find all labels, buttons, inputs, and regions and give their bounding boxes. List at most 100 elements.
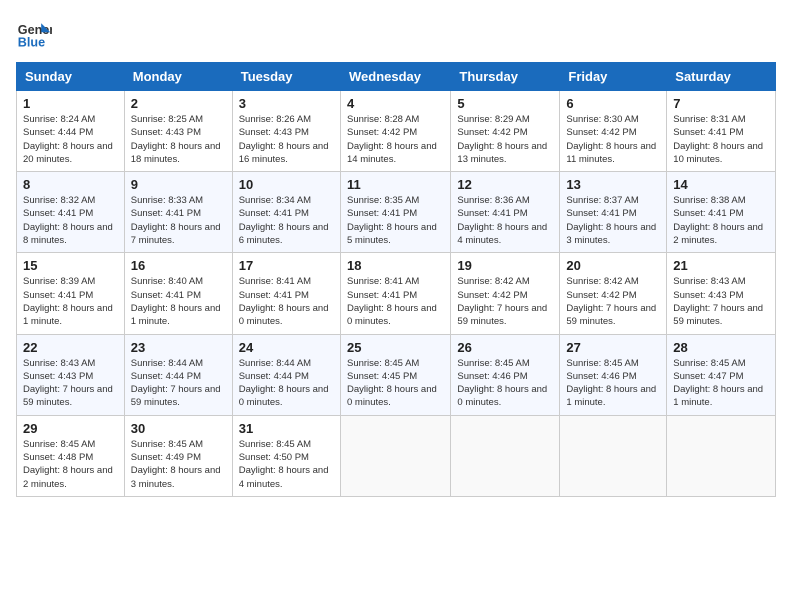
calendar-cell: 7 Sunrise: 8:31 AM Sunset: 4:41 PM Dayli… bbox=[667, 91, 776, 172]
calendar-header-thursday: Thursday bbox=[451, 63, 560, 91]
sunrise-label: Sunrise: 8:28 AM bbox=[347, 114, 419, 125]
day-number: 22 bbox=[23, 340, 118, 355]
sunset-label: Sunset: 4:44 PM bbox=[131, 371, 201, 382]
daylight-label: Daylight: 8 hours and 13 minutes. bbox=[457, 141, 547, 165]
sunset-label: Sunset: 4:44 PM bbox=[239, 371, 309, 382]
day-number: 28 bbox=[673, 340, 769, 355]
sunset-label: Sunset: 4:43 PM bbox=[673, 290, 743, 301]
day-info: Sunrise: 8:45 AM Sunset: 4:46 PM Dayligh… bbox=[457, 357, 553, 410]
sunset-label: Sunset: 4:41 PM bbox=[23, 208, 93, 219]
day-number: 27 bbox=[566, 340, 660, 355]
day-info: Sunrise: 8:45 AM Sunset: 4:48 PM Dayligh… bbox=[23, 438, 118, 491]
calendar-cell: 2 Sunrise: 8:25 AM Sunset: 4:43 PM Dayli… bbox=[124, 91, 232, 172]
calendar-cell bbox=[560, 415, 667, 496]
calendar-cell: 1 Sunrise: 8:24 AM Sunset: 4:44 PM Dayli… bbox=[17, 91, 125, 172]
daylight-label: Daylight: 8 hours and 0 minutes. bbox=[239, 303, 329, 327]
sunset-label: Sunset: 4:49 PM bbox=[131, 452, 201, 463]
sunrise-label: Sunrise: 8:44 AM bbox=[131, 358, 203, 369]
calendar-cell: 18 Sunrise: 8:41 AM Sunset: 4:41 PM Dayl… bbox=[340, 253, 450, 334]
day-info: Sunrise: 8:41 AM Sunset: 4:41 PM Dayligh… bbox=[239, 275, 334, 328]
calendar-cell: 8 Sunrise: 8:32 AM Sunset: 4:41 PM Dayli… bbox=[17, 172, 125, 253]
day-info: Sunrise: 8:36 AM Sunset: 4:41 PM Dayligh… bbox=[457, 194, 553, 247]
daylight-label: Daylight: 8 hours and 4 minutes. bbox=[457, 222, 547, 246]
day-info: Sunrise: 8:37 AM Sunset: 4:41 PM Dayligh… bbox=[566, 194, 660, 247]
sunrise-label: Sunrise: 8:30 AM bbox=[566, 114, 638, 125]
calendar-cell: 3 Sunrise: 8:26 AM Sunset: 4:43 PM Dayli… bbox=[232, 91, 340, 172]
calendar-cell: 12 Sunrise: 8:36 AM Sunset: 4:41 PM Dayl… bbox=[451, 172, 560, 253]
day-number: 18 bbox=[347, 258, 444, 273]
sunset-label: Sunset: 4:46 PM bbox=[566, 371, 636, 382]
calendar-cell bbox=[667, 415, 776, 496]
daylight-label: Daylight: 8 hours and 1 minute. bbox=[131, 303, 221, 327]
daylight-label: Daylight: 8 hours and 1 minute. bbox=[566, 384, 656, 408]
day-info: Sunrise: 8:40 AM Sunset: 4:41 PM Dayligh… bbox=[131, 275, 226, 328]
sunset-label: Sunset: 4:41 PM bbox=[239, 208, 309, 219]
calendar-cell: 29 Sunrise: 8:45 AM Sunset: 4:48 PM Dayl… bbox=[17, 415, 125, 496]
day-info: Sunrise: 8:45 AM Sunset: 4:47 PM Dayligh… bbox=[673, 357, 769, 410]
day-info: Sunrise: 8:35 AM Sunset: 4:41 PM Dayligh… bbox=[347, 194, 444, 247]
page-header: General Blue bbox=[16, 16, 776, 52]
sunset-label: Sunset: 4:44 PM bbox=[23, 127, 93, 138]
day-number: 16 bbox=[131, 258, 226, 273]
calendar-cell: 17 Sunrise: 8:41 AM Sunset: 4:41 PM Dayl… bbox=[232, 253, 340, 334]
daylight-label: Daylight: 7 hours and 59 minutes. bbox=[673, 303, 763, 327]
day-info: Sunrise: 8:44 AM Sunset: 4:44 PM Dayligh… bbox=[131, 357, 226, 410]
day-info: Sunrise: 8:41 AM Sunset: 4:41 PM Dayligh… bbox=[347, 275, 444, 328]
day-info: Sunrise: 8:45 AM Sunset: 4:45 PM Dayligh… bbox=[347, 357, 444, 410]
sunrise-label: Sunrise: 8:45 AM bbox=[566, 358, 638, 369]
day-info: Sunrise: 8:29 AM Sunset: 4:42 PM Dayligh… bbox=[457, 113, 553, 166]
day-number: 30 bbox=[131, 421, 226, 436]
calendar-week-row: 1 Sunrise: 8:24 AM Sunset: 4:44 PM Dayli… bbox=[17, 91, 776, 172]
sunrise-label: Sunrise: 8:45 AM bbox=[131, 439, 203, 450]
calendar-cell: 31 Sunrise: 8:45 AM Sunset: 4:50 PM Dayl… bbox=[232, 415, 340, 496]
sunset-label: Sunset: 4:43 PM bbox=[23, 371, 93, 382]
sunrise-label: Sunrise: 8:31 AM bbox=[673, 114, 745, 125]
sunset-label: Sunset: 4:46 PM bbox=[457, 371, 527, 382]
day-number: 4 bbox=[347, 96, 444, 111]
day-number: 2 bbox=[131, 96, 226, 111]
calendar-cell: 23 Sunrise: 8:44 AM Sunset: 4:44 PM Dayl… bbox=[124, 334, 232, 415]
calendar-cell: 4 Sunrise: 8:28 AM Sunset: 4:42 PM Dayli… bbox=[340, 91, 450, 172]
sunset-label: Sunset: 4:50 PM bbox=[239, 452, 309, 463]
sunrise-label: Sunrise: 8:45 AM bbox=[347, 358, 419, 369]
svg-text:Blue: Blue bbox=[18, 36, 45, 50]
daylight-label: Daylight: 8 hours and 20 minutes. bbox=[23, 141, 113, 165]
daylight-label: Daylight: 8 hours and 0 minutes. bbox=[347, 303, 437, 327]
calendar-cell: 22 Sunrise: 8:43 AM Sunset: 4:43 PM Dayl… bbox=[17, 334, 125, 415]
calendar-header-saturday: Saturday bbox=[667, 63, 776, 91]
daylight-label: Daylight: 8 hours and 2 minutes. bbox=[23, 465, 113, 489]
sunset-label: Sunset: 4:47 PM bbox=[673, 371, 743, 382]
day-number: 21 bbox=[673, 258, 769, 273]
daylight-label: Daylight: 8 hours and 8 minutes. bbox=[23, 222, 113, 246]
day-number: 15 bbox=[23, 258, 118, 273]
day-info: Sunrise: 8:45 AM Sunset: 4:49 PM Dayligh… bbox=[131, 438, 226, 491]
sunrise-label: Sunrise: 8:42 AM bbox=[566, 276, 638, 287]
day-info: Sunrise: 8:31 AM Sunset: 4:41 PM Dayligh… bbox=[673, 113, 769, 166]
day-info: Sunrise: 8:43 AM Sunset: 4:43 PM Dayligh… bbox=[23, 357, 118, 410]
sunset-label: Sunset: 4:42 PM bbox=[347, 127, 417, 138]
day-number: 12 bbox=[457, 177, 553, 192]
day-number: 23 bbox=[131, 340, 226, 355]
day-number: 31 bbox=[239, 421, 334, 436]
day-number: 19 bbox=[457, 258, 553, 273]
day-info: Sunrise: 8:39 AM Sunset: 4:41 PM Dayligh… bbox=[23, 275, 118, 328]
sunset-label: Sunset: 4:41 PM bbox=[673, 208, 743, 219]
sunset-label: Sunset: 4:41 PM bbox=[239, 290, 309, 301]
sunrise-label: Sunrise: 8:45 AM bbox=[457, 358, 529, 369]
sunset-label: Sunset: 4:43 PM bbox=[239, 127, 309, 138]
calendar-cell: 15 Sunrise: 8:39 AM Sunset: 4:41 PM Dayl… bbox=[17, 253, 125, 334]
calendar-cell: 27 Sunrise: 8:45 AM Sunset: 4:46 PM Dayl… bbox=[560, 334, 667, 415]
daylight-label: Daylight: 7 hours and 59 minutes. bbox=[131, 384, 221, 408]
day-info: Sunrise: 8:28 AM Sunset: 4:42 PM Dayligh… bbox=[347, 113, 444, 166]
day-number: 3 bbox=[239, 96, 334, 111]
day-number: 29 bbox=[23, 421, 118, 436]
day-number: 13 bbox=[566, 177, 660, 192]
sunset-label: Sunset: 4:42 PM bbox=[457, 290, 527, 301]
day-number: 9 bbox=[131, 177, 226, 192]
calendar-header-monday: Monday bbox=[124, 63, 232, 91]
calendar-cell: 19 Sunrise: 8:42 AM Sunset: 4:42 PM Dayl… bbox=[451, 253, 560, 334]
day-number: 17 bbox=[239, 258, 334, 273]
daylight-label: Daylight: 8 hours and 14 minutes. bbox=[347, 141, 437, 165]
sunrise-label: Sunrise: 8:43 AM bbox=[673, 276, 745, 287]
sunset-label: Sunset: 4:41 PM bbox=[131, 208, 201, 219]
